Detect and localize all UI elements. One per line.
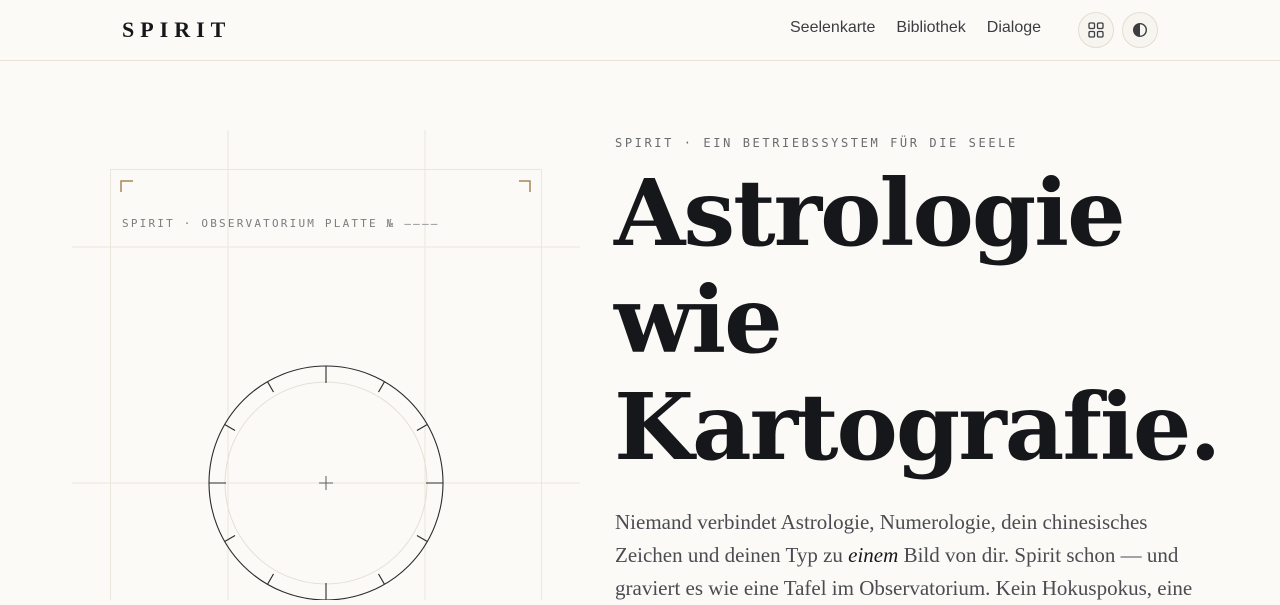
dial-tick	[378, 381, 385, 393]
main-nav: Seelenkarte Bibliothek Dialoge	[790, 19, 1041, 37]
hero-eyebrow: SPIRIT · EIN BETRIEBSSYSTEM FÜR DIE SEEL…	[615, 136, 1018, 150]
dial-tick	[416, 535, 428, 542]
hero-lede: Niemand verbindet Astrologie, Numerologi…	[615, 506, 1215, 605]
headline-line-3: Kartografie.	[614, 373, 1221, 481]
dial-tick	[224, 424, 236, 431]
grid-icon	[1088, 22, 1104, 38]
dial-tick	[416, 424, 428, 431]
plate-drawing	[72, 130, 580, 600]
brand-logo[interactable]: SPIRIT	[122, 17, 231, 43]
nav-link-seelenkarte[interactable]: Seelenkarte	[790, 19, 875, 37]
plate-label: SPIRIT · OBSERVATORIUM PLATTE № ––––	[122, 217, 440, 230]
hero-headline: Astrologie wie Kartografie.	[614, 160, 1274, 481]
headline-line-1: Astrologie	[614, 159, 1126, 267]
lede-emphasis: einem	[848, 543, 899, 567]
site-header: SPIRIT Seelenkarte Bibliothek Dialoge	[0, 0, 1280, 61]
nav-link-dialoge[interactable]: Dialoge	[987, 19, 1041, 37]
grid-button[interactable]	[1078, 12, 1114, 48]
dial-tick	[267, 573, 274, 585]
contrast-icon	[1132, 22, 1148, 38]
dial-tick	[378, 573, 385, 585]
headline-line-2: wie	[614, 266, 783, 374]
theme-toggle-button[interactable]	[1122, 12, 1158, 48]
observatory-plate: SPIRIT · OBSERVATORIUM PLATTE № ––––	[0, 62, 600, 600]
dial-tick	[267, 381, 274, 393]
nav-link-bibliothek[interactable]: Bibliothek	[896, 19, 965, 37]
dial-tick	[224, 535, 236, 542]
